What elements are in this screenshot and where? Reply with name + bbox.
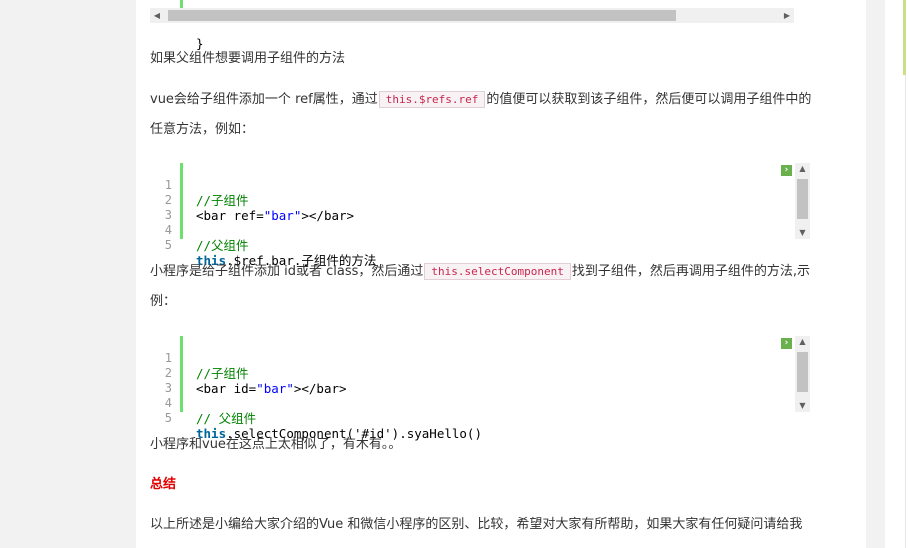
scroll-right-arrow-icon[interactable]: ▶: [780, 8, 794, 23]
expand-source-icon[interactable]: ›: [781, 165, 792, 176]
scroll-up-arrow-icon[interactable]: ▲: [795, 336, 810, 348]
paragraph: 小程序是给子组件添加 id或者 class，然后通过 this.selectCom…: [150, 257, 810, 287]
code-block-tail: 17 }: [150, 0, 794, 51]
text: 小程序是给子组件添加 id或者 class，然后通过: [150, 264, 424, 279]
paragraph: vue会给子组件添加一个 ref属性，通过 this.$refs.ref 的值便可以…: [150, 85, 811, 115]
scrollbar-thumb[interactable]: [797, 352, 808, 392]
paragraph: 以上所述是小编给大家介绍的Vue 和微信小程序的区别、比较，希望对大家有所帮助，…: [150, 517, 803, 532]
article-content: 17 } ◀ ▶ 如果父组件想要调用子组件的方法 vue会给子组件添加一个 re…: [136, 0, 866, 548]
code-comment: // 父组件: [196, 411, 257, 426]
inline-code: this.selectComponent: [424, 263, 571, 280]
paragraph: 例：: [150, 294, 177, 309]
code-comment: //父组件: [196, 238, 249, 253]
code-gutter: [180, 0, 183, 8]
vertical-scrollbar[interactable]: ▲ ▼: [795, 336, 810, 412]
scroll-down-arrow-icon[interactable]: ▼: [795, 227, 810, 239]
right-sidebar-edge: [885, 0, 909, 548]
code-block: 1 //子组件 2 <bar ref="bar"></bar> 3 4 //父组…: [150, 163, 810, 268]
inline-code: this.$refs.ref: [378, 91, 486, 108]
scroll-down-arrow-icon[interactable]: ▼: [795, 400, 810, 412]
scrollbar-thumb[interactable]: [797, 179, 808, 219]
sidebar-accent: [903, 0, 906, 75]
horizontal-scrollbar[interactable]: ◀ ▶: [150, 8, 794, 23]
text: 找到子组件，然后再调用子组件的方法,示: [571, 264, 810, 279]
vertical-scrollbar[interactable]: ▲ ▼: [795, 163, 810, 239]
paragraph: 任意方法，例如：: [150, 122, 255, 137]
scroll-up-arrow-icon[interactable]: ▲: [795, 163, 810, 175]
code-block: 1 //子组件 2 <bar id="bar"></bar> 3 4 // 父组…: [150, 336, 810, 441]
expand-source-icon[interactable]: ›: [781, 338, 792, 349]
summary-heading: 总结: [150, 477, 177, 492]
text: vue会给子组件添加一个 ref属性，通过: [150, 92, 378, 107]
scroll-left-arrow-icon[interactable]: ◀: [150, 8, 164, 23]
paragraph: 如果父组件想要调用子组件的方法: [150, 51, 346, 66]
paragraph: 小程序和vue在这点上太相似了，有木有。。: [150, 437, 402, 452]
divider: [905, 0, 909, 548]
line-number: 5: [164, 411, 172, 425]
line-number: 5: [164, 238, 172, 252]
scrollbar-thumb[interactable]: [168, 10, 676, 21]
text: 的值便可以获取到该子组件，然后便可以调用子组件中的: [486, 92, 812, 107]
